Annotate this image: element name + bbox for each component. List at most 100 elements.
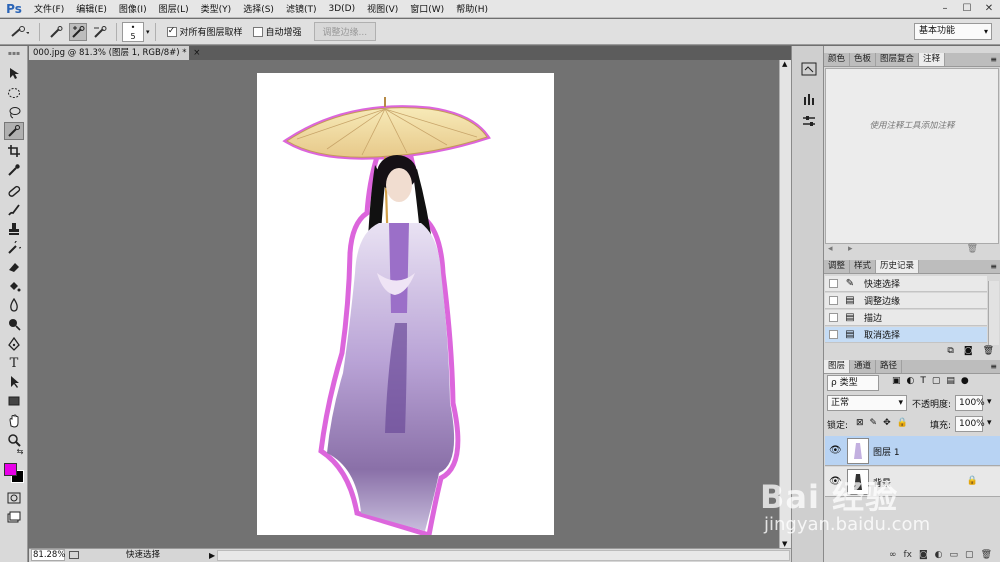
next-note-icon[interactable]: ▸ [848, 244, 853, 254]
quick-selection-tool-icon[interactable] [4, 122, 24, 140]
delete-icon[interactable]: 🗑 [983, 346, 994, 356]
document-canvas[interactable] [257, 73, 554, 539]
new-document-from-state-icon[interactable]: ⧉ [947, 346, 953, 356]
eyedropper-tool-icon[interactable] [4, 161, 24, 179]
status-menu-arrow-icon[interactable]: ▶ [209, 549, 215, 562]
tab-styles[interactable]: 样式 [850, 260, 877, 273]
menu-filter[interactable]: 滤镜(T) [280, 2, 323, 15]
close-window-button[interactable]: ✕ [978, 0, 1000, 18]
tab-channels[interactable]: 通道 [850, 360, 877, 373]
menu-view[interactable]: 视图(V) [361, 2, 404, 15]
auto-enhance-checkbox[interactable] [252, 26, 263, 37]
foreground-color-swatch[interactable] [4, 463, 17, 476]
menu-3d[interactable]: 3D(D) [322, 4, 361, 14]
delete-note-icon[interactable]: 🗑 [967, 244, 978, 254]
marquee-tool-icon[interactable] [4, 84, 24, 102]
history-state-checkbox[interactable] [829, 313, 838, 322]
tab-layers[interactable]: 图层 [824, 360, 851, 373]
tab-swatches[interactable]: 色板 [850, 53, 877, 66]
tab-history[interactable]: 历史记录 [876, 260, 920, 273]
history-state-checkbox[interactable] [829, 279, 838, 288]
add-mask-icon[interactable]: ◙ [919, 550, 928, 560]
history-state-checkbox[interactable] [829, 296, 838, 305]
eraser-tool-icon[interactable] [4, 258, 24, 276]
history-state-checkbox[interactable] [829, 330, 838, 339]
brush-size-picker[interactable]: • 5 [122, 21, 144, 42]
delete-layer-icon[interactable]: 🗑 [981, 550, 992, 560]
tab-notes[interactable]: 注释 [919, 53, 946, 66]
link-layers-icon[interactable]: ∞ [889, 550, 897, 560]
adjustment-filter-icon[interactable]: ◐ [907, 376, 915, 386]
tab-paths[interactable]: 路径 [876, 360, 903, 373]
menu-file[interactable]: 文件(F) [28, 2, 70, 15]
tab-layer-comps[interactable]: 图层复合 [876, 53, 920, 66]
menu-window[interactable]: 窗口(W) [404, 2, 450, 15]
chevron-down-icon[interactable]: ▾ [987, 397, 992, 407]
scroll-up-icon[interactable]: ▲ [782, 60, 787, 68]
smart-object-filter-icon[interactable]: ▤ [946, 376, 955, 386]
subtract-from-selection-button[interactable] [91, 23, 109, 41]
eye-icon[interactable]: 👁 [829, 445, 842, 456]
sample-all-layers-checkbox[interactable]: ✓ [166, 26, 177, 37]
lock-position-icon[interactable]: ✥ [883, 418, 891, 428]
menu-type[interactable]: 类型(Y) [195, 2, 238, 15]
path-selection-tool-icon[interactable] [4, 373, 24, 391]
history-scrollbar[interactable] [988, 281, 999, 345]
blend-mode-select[interactable]: 正常 ▾ [827, 395, 907, 411]
history-item-selected[interactable]: ▤ 取消选择 [825, 327, 987, 343]
opacity-field[interactable]: 100% [955, 395, 985, 411]
type-filter-icon[interactable]: T [920, 376, 926, 386]
layer-style-icon[interactable]: fx [903, 550, 912, 560]
add-to-selection-button[interactable] [69, 22, 87, 41]
maximize-button[interactable]: ☐ [956, 0, 978, 18]
menu-select[interactable]: 选择(S) [237, 2, 280, 15]
document-tab[interactable]: 000.jpg @ 81.3% (图层 1, RGB/8#) * × [29, 46, 200, 60]
healing-brush-tool-icon[interactable] [4, 182, 24, 200]
tool-preset-picker[interactable] [6, 23, 32, 41]
panel-menu-icon[interactable]: ≡ [990, 260, 997, 273]
history-item[interactable]: ✎ 快速选择 [825, 276, 987, 292]
document-info-icon[interactable] [69, 551, 79, 559]
history-item[interactable]: ▤ 调整边缘 [825, 293, 987, 309]
new-layer-icon[interactable]: ▢ [965, 550, 974, 560]
brush-tool-icon[interactable] [4, 201, 24, 219]
close-document-icon[interactable]: × [193, 48, 200, 58]
history-panel-icon[interactable] [799, 60, 819, 78]
tab-adjustments[interactable]: 调整 [824, 260, 851, 273]
rectangle-tool-icon[interactable] [4, 392, 24, 410]
quick-mask-icon[interactable] [4, 489, 24, 507]
history-brush-tool-icon[interactable] [4, 239, 24, 257]
properties-panel-icon[interactable] [799, 112, 819, 130]
history-item[interactable]: ▤ 描边 [825, 310, 987, 326]
adjustments-panel-icon[interactable] [799, 90, 819, 108]
new-selection-button[interactable] [47, 23, 65, 41]
chevron-down-icon[interactable]: ▾ [987, 418, 992, 428]
pixel-filter-icon[interactable]: ▣ [892, 376, 901, 386]
filter-toggle-icon[interactable]: ● [961, 376, 969, 386]
move-tool-icon[interactable] [4, 64, 24, 82]
dodge-tool-icon[interactable] [4, 315, 24, 333]
screen-mode-icon[interactable] [4, 508, 24, 526]
shape-filter-icon[interactable]: ▢ [932, 376, 941, 386]
minimize-button[interactable]: – [934, 0, 956, 18]
layer-filter-select[interactable]: ρ 类型 [827, 375, 879, 391]
lock-all-icon[interactable]: 🔒 [897, 418, 908, 428]
clone-stamp-tool-icon[interactable] [4, 220, 24, 238]
fill-field[interactable]: 100% [955, 416, 985, 432]
previous-note-icon[interactable]: ◂ [828, 244, 833, 254]
crop-tool-icon[interactable] [4, 142, 24, 160]
lasso-tool-icon[interactable] [4, 104, 24, 122]
zoom-level-field[interactable]: 81.28% [31, 549, 65, 561]
chevron-down-icon[interactable]: ▾ [146, 28, 150, 36]
menu-layer[interactable]: 图层(L) [153, 2, 195, 15]
menu-edit[interactable]: 编辑(E) [70, 2, 113, 15]
paint-bucket-tool-icon[interactable] [4, 277, 24, 295]
lock-image-icon[interactable]: ✎ [870, 418, 878, 428]
panel-menu-icon[interactable]: ≡ [990, 360, 997, 373]
pen-tool-icon[interactable] [4, 335, 24, 353]
swap-colors-icon[interactable]: ⇆ [14, 446, 26, 456]
new-adjustment-layer-icon[interactable]: ◐ [935, 550, 943, 560]
lock-transparency-icon[interactable]: ⊠ [856, 418, 864, 428]
menu-image[interactable]: 图像(I) [113, 2, 153, 15]
panel-menu-icon[interactable]: ≡ [990, 53, 997, 66]
